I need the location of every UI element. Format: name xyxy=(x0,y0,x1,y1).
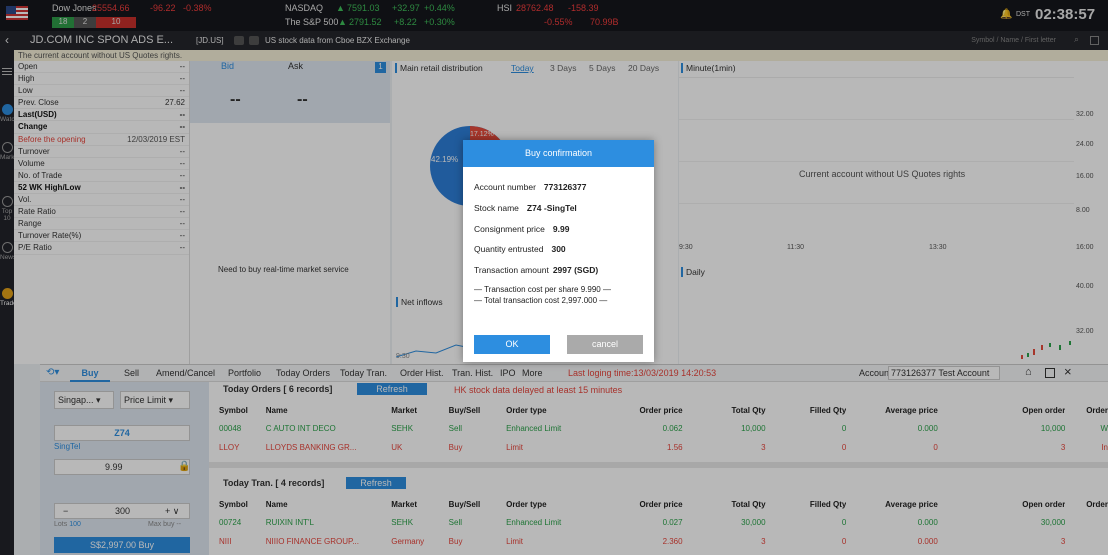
account-row: Account number 773126377 xyxy=(474,182,586,192)
ok-button[interactable]: OK xyxy=(474,335,550,354)
stock-row: Stock name Z74 -SingTel xyxy=(474,203,577,213)
qty-row: Quantity entrusted 300 xyxy=(474,244,566,254)
stock-row-value: Z74 -SingTel xyxy=(526,203,577,213)
cancel-button[interactable]: cancel xyxy=(567,335,643,354)
per-share-text: Transaction cost per share 9.990 xyxy=(484,285,601,294)
amount-row: Transaction amount 2997 (SGD) xyxy=(474,265,598,275)
qty-row-value: 300 xyxy=(551,244,566,254)
account-row-value: 773126377 xyxy=(543,182,587,192)
price-row-value: 9.99 xyxy=(552,224,570,234)
amount-row-label: Transaction amount xyxy=(474,265,549,275)
buy-confirmation-dialog: Buy confirmation Account number 773126377… xyxy=(463,140,654,362)
dialog-title: Buy confirmation xyxy=(463,140,654,167)
price-row: Consignment price 9.99 xyxy=(474,224,569,234)
per-share-cost: — Transaction cost per share 9.990 — xyxy=(474,285,611,294)
total-cost-text: Total transaction cost 2,997.000 xyxy=(484,296,598,305)
total-cost: — Total transaction cost 2,997.000 — xyxy=(474,296,608,305)
qty-row-label: Quantity entrusted xyxy=(474,244,544,254)
amount-row-value: 2997 (SGD) xyxy=(552,265,599,275)
account-row-label: Account number xyxy=(474,182,536,192)
price-row-label: Consignment price xyxy=(474,224,545,234)
stock-row-label: Stock name xyxy=(474,203,519,213)
